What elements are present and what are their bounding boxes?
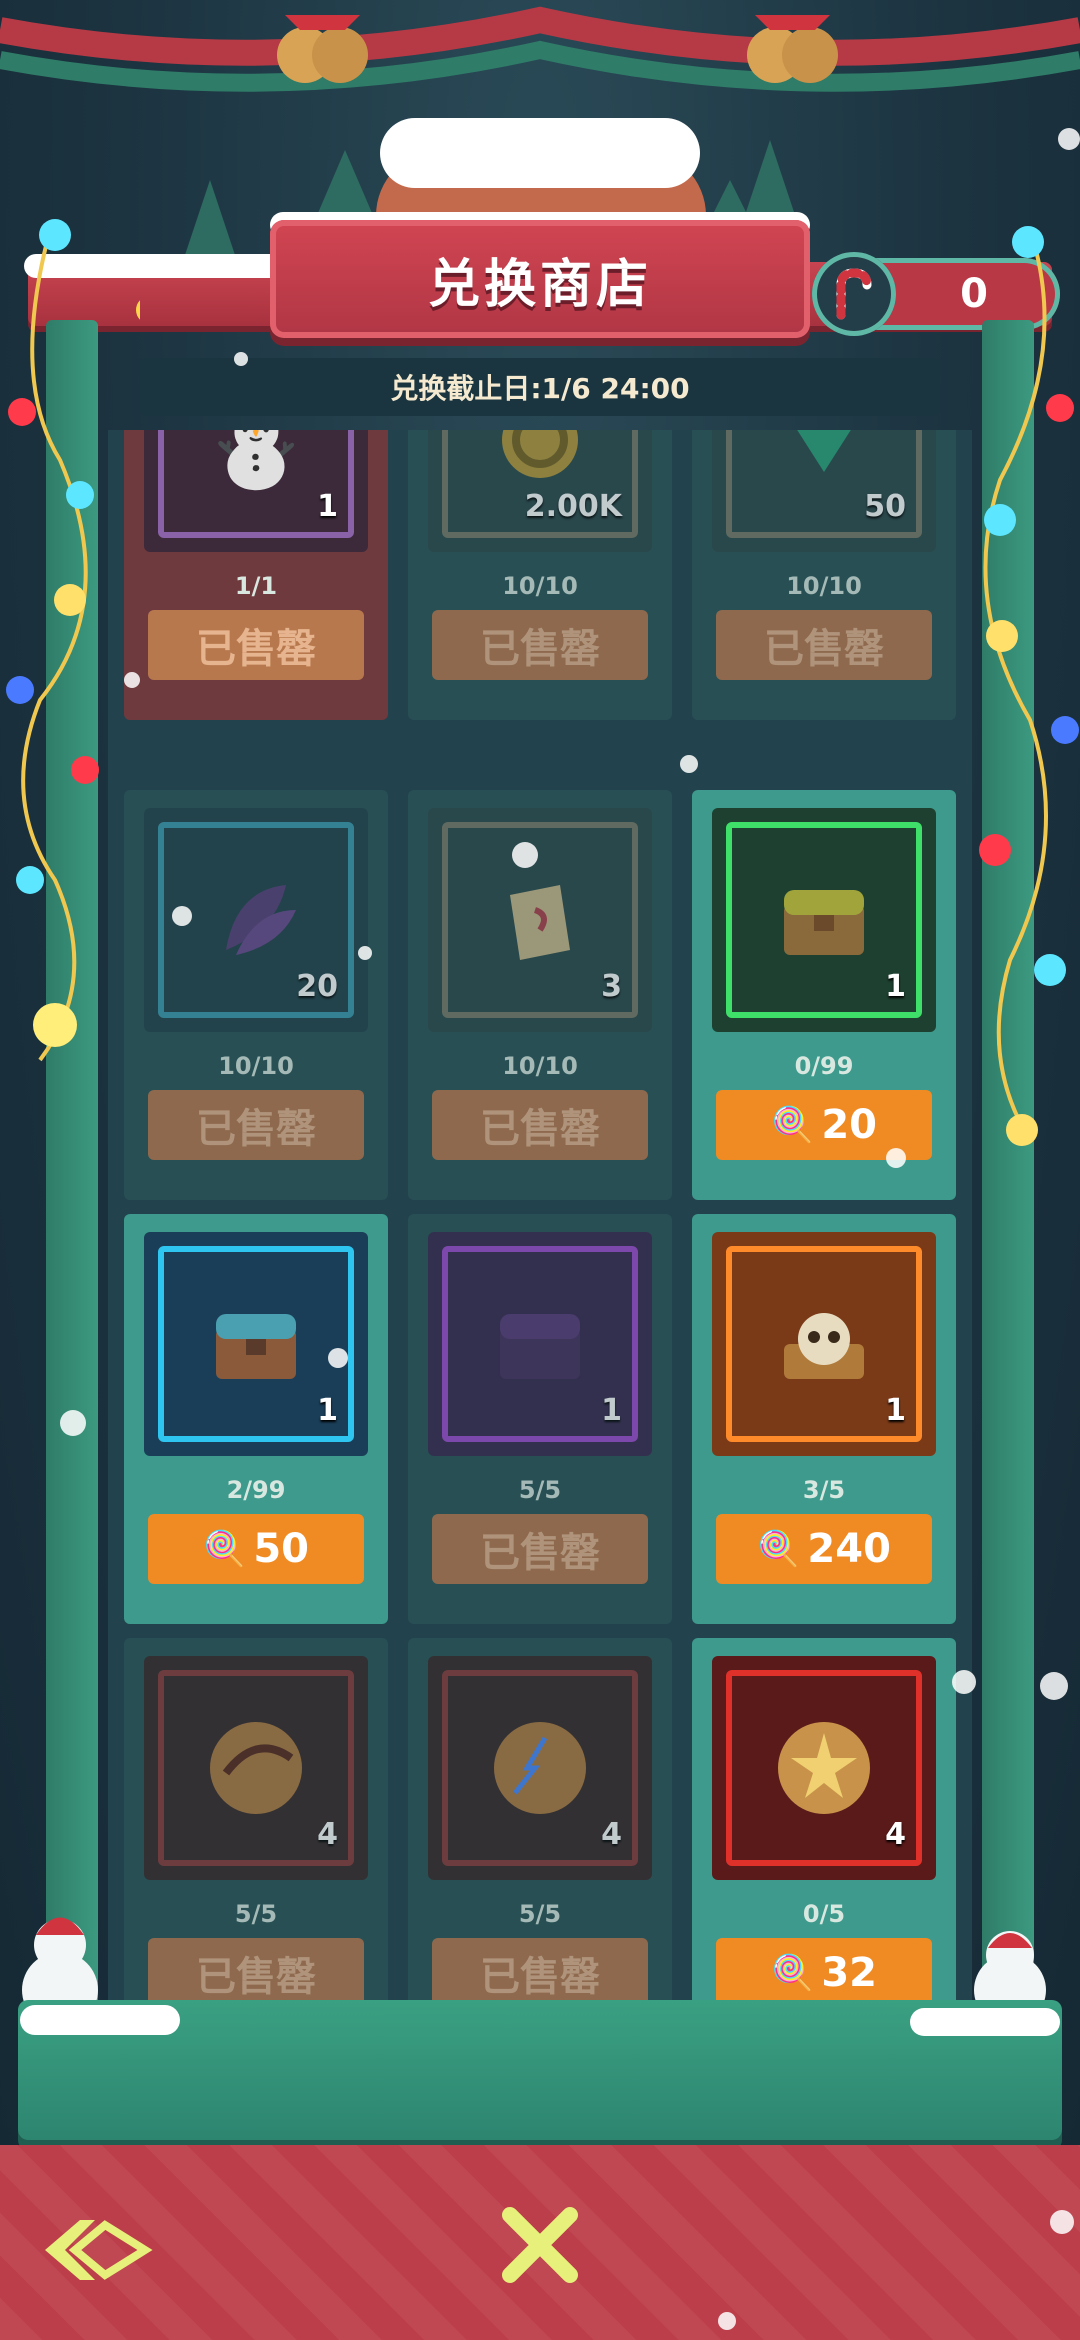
shop-item-card[interactable]: 2.00K 10/10 已售罄 <box>408 430 672 720</box>
bell-icon <box>277 15 368 83</box>
shop-item-card[interactable]: 4 0/5 🍭 32 <box>692 1638 956 2000</box>
snowflake <box>234 352 248 366</box>
snowflake <box>1050 2210 1074 2234</box>
back-button[interactable] <box>30 2205 160 2295</box>
shop-item-card[interactable]: 1 2/99 🍭 50 <box>124 1214 388 1624</box>
buy-button[interactable]: 🍭 32 <box>716 1938 932 2000</box>
sold-out-button[interactable]: 已售罄 <box>148 1938 364 2000</box>
snowflake <box>60 1410 86 1436</box>
item-quantity: 20 <box>296 969 338 1004</box>
shop-item-card[interactable]: 4 5/5 已售罄 <box>124 1638 388 2000</box>
bell-icon <box>747 15 838 83</box>
sold-out-button[interactable]: 已售罄 <box>716 610 932 680</box>
purchase-limit: 5/5 <box>234 1900 278 1928</box>
snowflake <box>172 906 192 926</box>
candy-cane-icon: 🍭 <box>770 1105 814 1145</box>
shop-item-card[interactable]: 3 10/10 已售罄 <box>408 790 672 1200</box>
ledge-snow <box>20 2005 180 2035</box>
snowflake <box>952 1670 976 1694</box>
item-quantity: 1 <box>885 1393 906 1428</box>
item-quantity: 1 <box>317 1393 338 1428</box>
snowflake <box>328 1348 348 1368</box>
item-quantity: 4 <box>885 1817 906 1852</box>
snowflake <box>1040 1672 1068 1700</box>
item-quantity: 1 <box>885 969 906 1004</box>
purchase-limit: 10/10 <box>502 572 578 600</box>
close-icon <box>502 2207 578 2283</box>
price-label: 32 <box>821 1950 877 1996</box>
purchase-limit: 10/10 <box>218 1052 294 1080</box>
shop-item-card[interactable]: 1 0/99 🍭 20 <box>692 790 956 1200</box>
close-button[interactable] <box>490 2195 590 2295</box>
item-quantity: 2.00K <box>524 489 622 524</box>
item-quantity: 1 <box>317 489 338 524</box>
back-arrow-icon <box>45 2220 153 2280</box>
price-label: 240 <box>807 1526 891 1572</box>
purchase-limit: 5/5 <box>518 1476 562 1504</box>
shop-item-card[interactable]: ⛄ 1 1/1 已售罄 <box>124 430 388 720</box>
snowflake <box>680 755 698 773</box>
string-lights <box>6 219 140 1062</box>
price-label: 50 <box>253 1526 309 1572</box>
item-quantity: 4 <box>317 1817 338 1852</box>
item-quantity: 1 <box>601 1393 622 1428</box>
page-title: 兑换商店 <box>427 254 652 315</box>
snowflake <box>358 946 372 960</box>
price-label: 20 <box>821 1102 877 1148</box>
candy-cane-icon: 🍭 <box>770 1953 814 1993</box>
purchase-limit: 10/10 <box>786 572 862 600</box>
footer-bar <box>0 2145 1080 2340</box>
buy-button[interactable]: 🍭 240 <box>716 1514 932 1584</box>
deadline-banner: 兑换截止日:1/6 24:00 <box>140 358 940 416</box>
purchase-limit: 10/10 <box>502 1052 578 1080</box>
sold-out-button[interactable]: 已售罄 <box>148 610 364 680</box>
top-garland <box>0 6 1080 92</box>
string-lights <box>979 226 1079 1146</box>
sold-out-button[interactable]: 已售罄 <box>432 1514 648 1584</box>
buy-button[interactable]: 🍭 50 <box>148 1514 364 1584</box>
purchase-limit: 5/5 <box>518 1900 562 1928</box>
shop-item-card[interactable]: 4 5/5 已售罄 <box>408 1638 672 2000</box>
purchase-limit: 1/1 <box>234 572 278 600</box>
ledge-snow <box>910 2008 1060 2036</box>
deadline-text: 兑换截止日:1/6 24:00 <box>390 372 690 405</box>
roof-snow <box>380 118 700 188</box>
candy-cane-icon: 🍭 <box>757 1529 800 1569</box>
sold-out-button[interactable]: 已售罄 <box>432 610 648 680</box>
shop-item-card[interactable]: 50 10/10 已售罄 <box>692 430 956 720</box>
purchase-limit: 0/99 <box>794 1052 854 1080</box>
sold-out-button[interactable]: 已售罄 <box>432 1938 648 2000</box>
shop-item-card[interactable]: 1 5/5 已售罄 <box>408 1214 672 1624</box>
shop-item-card[interactable]: 20 10/10 已售罄 <box>124 790 388 1200</box>
snowflake <box>718 2312 736 2330</box>
shop-item-card[interactable]: 1 3/5 🍭 240 <box>692 1214 956 1624</box>
sold-out-button[interactable]: 已售罄 <box>148 1090 364 1160</box>
sold-out-button[interactable]: 已售罄 <box>432 1090 648 1160</box>
purchase-limit: 2/99 <box>226 1476 286 1504</box>
purchase-limit: 3/5 <box>802 1476 846 1504</box>
title-plate: 兑换商店 <box>270 220 810 338</box>
snowflake <box>512 842 538 868</box>
snowflake <box>124 672 140 688</box>
item-quantity: 50 <box>864 489 906 524</box>
candy-cane-icon <box>812 252 896 336</box>
item-quantity: 3 <box>601 969 622 1004</box>
snowflake <box>886 1148 906 1168</box>
shop-grid[interactable]: ⛄ 1 1/1 已售罄 2.00K 10/10 已售罄 50 10/10 已售罄… <box>108 430 972 2000</box>
item-quantity: 4 <box>601 1817 622 1852</box>
pine-tree-icon <box>315 150 375 220</box>
purchase-limit: 0/5 <box>802 1900 846 1928</box>
snowflake <box>1058 128 1080 150</box>
candy-cane-icon: 🍭 <box>202 1529 246 1569</box>
